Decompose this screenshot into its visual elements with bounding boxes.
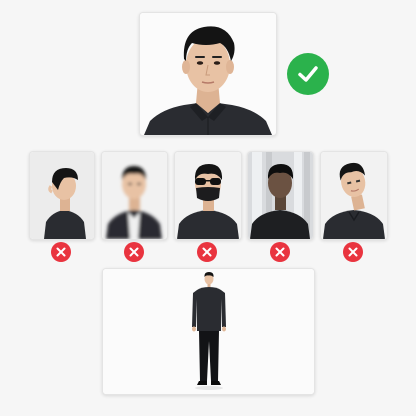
cross-icon	[129, 247, 139, 257]
rejected-badge-2	[124, 242, 144, 262]
rejected-badge-5	[343, 242, 363, 262]
sunglasses-mask-photo	[175, 152, 241, 239]
rejected-badge-4	[270, 242, 290, 262]
checkmark-icon	[298, 66, 318, 82]
approved-portrait-card	[139, 12, 277, 136]
photo-guidelines-panel	[0, 0, 416, 416]
blurry-photo	[102, 152, 167, 239]
cross-icon	[348, 247, 358, 257]
side-profile-photo	[30, 152, 94, 239]
backlit-photo	[248, 152, 313, 239]
full-body-photo-card	[102, 268, 315, 395]
rejected-badge-1	[51, 242, 71, 262]
rejected-photo-sunglasses-mask	[174, 151, 242, 240]
portrait-photo	[140, 13, 276, 135]
approved-badge	[287, 53, 329, 95]
cross-icon	[275, 247, 285, 257]
rejected-photo-side-profile	[29, 151, 95, 240]
rejected-photo-tilted	[320, 151, 388, 240]
rejected-photo-backlit	[247, 151, 314, 240]
rejected-badge-3	[197, 242, 217, 262]
tilted-head-photo	[321, 152, 387, 239]
cross-icon	[56, 247, 66, 257]
rejected-photo-blurry	[101, 151, 168, 240]
cross-icon	[202, 247, 212, 257]
full-body-person-icon	[103, 269, 314, 394]
